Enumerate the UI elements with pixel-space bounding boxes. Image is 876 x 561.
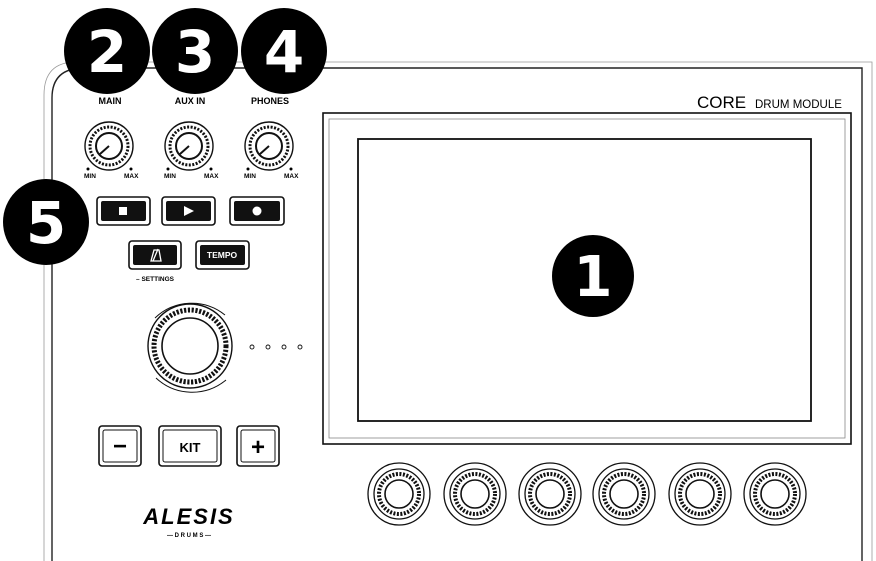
kit-label: KIT xyxy=(180,440,201,455)
bottom-knob-1[interactable] xyxy=(367,462,431,526)
wheel-indicator-dots xyxy=(249,344,303,350)
aux-in-volume-knob[interactable] xyxy=(164,121,214,171)
svg-text:MAX: MAX xyxy=(204,173,219,180)
bottom-knob-5[interactable] xyxy=(668,462,732,526)
record-icon xyxy=(252,206,262,216)
stop-icon xyxy=(119,207,127,215)
svg-text:4: 4 xyxy=(264,18,304,86)
stop-button[interactable] xyxy=(96,196,151,226)
svg-text:1: 1 xyxy=(574,245,613,310)
svg-text:5: 5 xyxy=(26,189,66,257)
phones-knob-label: PHONES xyxy=(251,96,289,106)
play-button[interactable] xyxy=(161,196,216,226)
plus-label: + xyxy=(251,434,265,461)
bottom-knob-2[interactable] xyxy=(443,462,507,526)
bottom-knob-row xyxy=(367,462,807,526)
settings-label: – SETTINGS xyxy=(136,276,175,283)
kit-minus-button[interactable]: − xyxy=(98,425,142,467)
kit-button[interactable]: KIT xyxy=(158,425,222,467)
svg-text:MAX: MAX xyxy=(284,173,299,180)
tempo-label: TEMPO xyxy=(207,250,238,260)
drum-module-diagram: CORE DRUM MODULE 1 2 3 4 5 MAIN AUX IN P… xyxy=(3,8,873,561)
brand-subtitle: DRUM MODULE xyxy=(755,99,842,111)
svg-text:MIN: MIN xyxy=(164,173,176,180)
callout-5: 5 xyxy=(3,179,89,265)
bottom-knob-3[interactable] xyxy=(518,462,582,526)
brand-title: CORE xyxy=(697,93,746,112)
callout-4: 4 xyxy=(241,8,327,94)
svg-text:2: 2 xyxy=(87,18,127,86)
aux-in-knob-label: AUX IN xyxy=(175,96,206,106)
main-volume-knob[interactable] xyxy=(84,121,134,171)
alesis-logo: ALESIS xyxy=(142,504,234,529)
bottom-knob-6[interactable] xyxy=(743,462,807,526)
callout-3: 3 xyxy=(152,8,238,94)
metronome-button[interactable] xyxy=(128,240,182,270)
svg-text:MIN: MIN xyxy=(84,173,96,180)
record-button[interactable] xyxy=(229,196,285,226)
svg-text:MIN: MIN xyxy=(244,173,256,180)
svg-text:3: 3 xyxy=(175,18,215,86)
phones-volume-knob[interactable] xyxy=(244,121,294,171)
kit-plus-button[interactable]: + xyxy=(236,425,280,467)
main-knob-label: MAIN xyxy=(99,96,122,106)
tempo-button[interactable]: TEMPO xyxy=(195,240,250,270)
callout-1: 1 xyxy=(552,235,634,317)
svg-text:MAX: MAX xyxy=(124,173,139,180)
minus-label: − xyxy=(113,433,127,460)
bottom-knob-4[interactable] xyxy=(592,462,656,526)
drums-logo-sub: — D R U M S — xyxy=(167,533,211,539)
callout-2: 2 xyxy=(64,8,150,94)
data-wheel[interactable] xyxy=(147,302,233,393)
